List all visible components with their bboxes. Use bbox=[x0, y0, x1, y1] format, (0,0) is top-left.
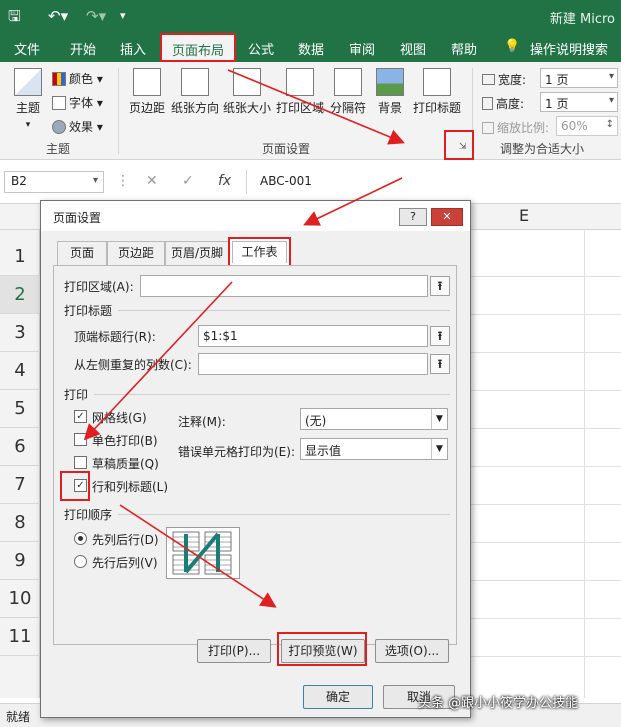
arrow-to-launcher bbox=[227, 69, 405, 145]
annotation-arrows bbox=[83, 69, 405, 608]
watermark: 头条 @跟小小筱学办公技能 bbox=[418, 696, 579, 711]
arrow-to-checkbox bbox=[83, 281, 233, 441]
arrow-to-dialog bbox=[303, 177, 403, 226]
arrow-to-preview bbox=[119, 504, 277, 608]
